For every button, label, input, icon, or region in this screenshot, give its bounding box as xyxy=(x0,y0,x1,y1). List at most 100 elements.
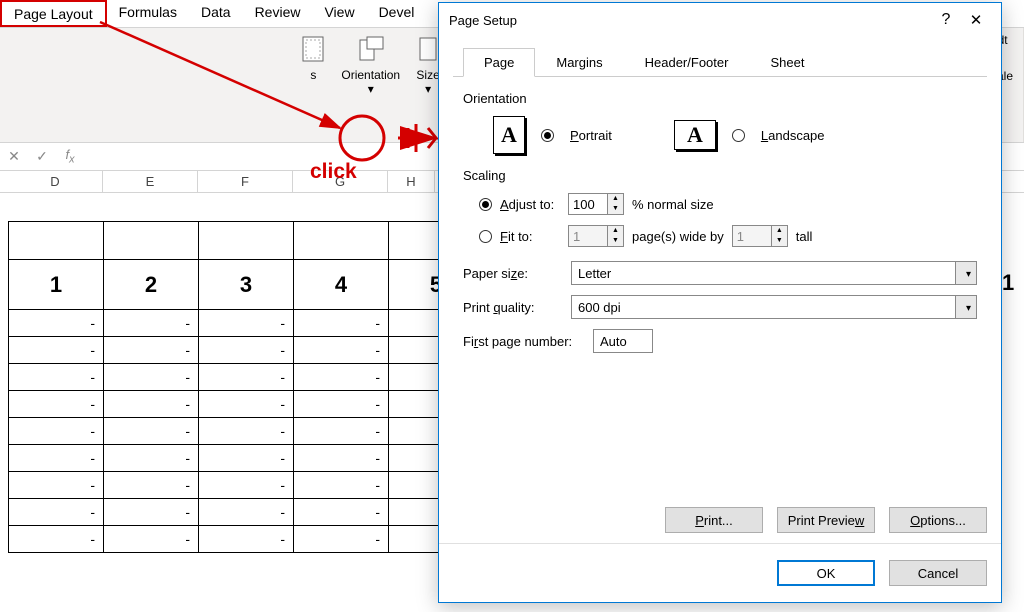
help-icon[interactable]: ? xyxy=(931,11,961,29)
print-quality-label: Print quality: xyxy=(463,300,571,315)
first-page-input[interactable] xyxy=(593,329,653,353)
fit-to-radio[interactable] xyxy=(479,230,492,243)
data-cell[interactable]: - xyxy=(9,526,104,553)
landscape-label: Landscape xyxy=(761,128,825,143)
landscape-icon: A xyxy=(674,120,716,150)
data-cell[interactable]: - xyxy=(199,526,294,553)
data-cell[interactable]: - xyxy=(199,445,294,472)
data-cell[interactable]: - xyxy=(294,445,389,472)
dialog-title-text: Page Setup xyxy=(449,13,931,28)
data-cell[interactable]: - xyxy=(9,445,104,472)
fit-tall-label: tall xyxy=(796,229,813,244)
data-cell[interactable]: - xyxy=(104,499,199,526)
tab-data[interactable]: Data xyxy=(189,0,243,27)
fit-tall-spinner[interactable]: ▲▼ xyxy=(732,225,788,247)
data-cell[interactable]: - xyxy=(104,418,199,445)
fit-tall-input[interactable] xyxy=(733,226,771,246)
data-header[interactable]: 4 xyxy=(294,260,389,310)
paper-size-select[interactable]: Letter▾ xyxy=(571,261,977,285)
adjust-to-radio[interactable] xyxy=(479,198,492,211)
col-header-f[interactable]: F xyxy=(198,171,293,192)
close-icon[interactable]: ✕ xyxy=(961,11,991,29)
data-cell[interactable]: - xyxy=(294,418,389,445)
margins-icon xyxy=(297,33,329,65)
data-cell[interactable]: - xyxy=(199,418,294,445)
landscape-radio[interactable] xyxy=(732,129,745,142)
data-cell[interactable]: - xyxy=(294,337,389,364)
tab-review[interactable]: Review xyxy=(243,0,313,27)
tab-page-layout[interactable]: Page Layout xyxy=(0,0,107,27)
data-cell[interactable]: - xyxy=(104,445,199,472)
print-quality-select[interactable]: 600 dpi▾ xyxy=(571,295,977,319)
fit-mid-label: page(s) wide by xyxy=(632,229,724,244)
data-cell[interactable]: - xyxy=(199,364,294,391)
orientation-button[interactable]: Orientation▾ xyxy=(335,31,406,99)
adjust-suffix: % normal size xyxy=(632,197,714,212)
data-cell[interactable]: - xyxy=(104,391,199,418)
fit-wide-input[interactable] xyxy=(569,226,607,246)
data-cell[interactable]: - xyxy=(104,364,199,391)
data-cell[interactable]: - xyxy=(294,391,389,418)
data-cell[interactable]: - xyxy=(294,472,389,499)
data-cell[interactable]: - xyxy=(9,499,104,526)
data-cell[interactable]: - xyxy=(294,310,389,337)
orientation-icon xyxy=(355,33,387,65)
data-cell[interactable]: - xyxy=(9,418,104,445)
data-header[interactable]: 2 xyxy=(104,260,199,310)
tab-developer[interactable]: Devel xyxy=(367,0,427,27)
adjust-to-spinner[interactable]: ▲▼ xyxy=(568,193,624,215)
data-header[interactable]: 3 xyxy=(199,260,294,310)
right-grid-sliver: 1 xyxy=(1002,170,1024,296)
data-cell[interactable]: - xyxy=(104,472,199,499)
data-cell[interactable]: - xyxy=(104,526,199,553)
accept-formula-icon[interactable]: ✓ xyxy=(28,148,56,165)
data-cell[interactable]: - xyxy=(199,472,294,499)
chevron-down-icon: ▾ xyxy=(966,303,971,314)
dlg-tab-margins[interactable]: Margins xyxy=(535,48,623,77)
margins-button[interactable]: s xyxy=(291,31,335,84)
fit-wide-spinner[interactable]: ▲▼ xyxy=(568,225,624,247)
adjust-to-input[interactable] xyxy=(569,194,607,214)
ok-button[interactable]: OK xyxy=(777,560,875,586)
print-button[interactable]: Print... xyxy=(665,507,763,533)
cancel-formula-icon[interactable]: ✕ xyxy=(0,148,28,165)
data-cell[interactable]: - xyxy=(9,364,104,391)
fit-to-label: Fit to: xyxy=(500,229,560,244)
data-header[interactable]: 1 xyxy=(9,260,104,310)
worksheet-grid[interactable]: 12345-----------------------------------… xyxy=(8,221,484,553)
data-cell[interactable]: - xyxy=(199,499,294,526)
data-cell[interactable]: - xyxy=(9,391,104,418)
data-cell[interactable]: - xyxy=(294,364,389,391)
dialog-titlebar: Page Setup ? ✕ xyxy=(439,3,1001,37)
dlg-tab-header-footer[interactable]: Header/Footer xyxy=(624,48,750,77)
portrait-icon: A xyxy=(493,116,525,154)
portrait-label: Portrait xyxy=(570,128,612,143)
data-cell[interactable]: - xyxy=(199,337,294,364)
col-header-h[interactable]: H xyxy=(388,171,435,192)
data-cell[interactable]: - xyxy=(9,310,104,337)
cancel-button[interactable]: Cancel xyxy=(889,560,987,586)
page-setup-dialog: Page Setup ? ✕ Page Margins Header/Foote… xyxy=(438,2,1002,603)
dlg-tab-sheet[interactable]: Sheet xyxy=(749,48,825,77)
paper-size-label: Paper size: xyxy=(463,266,571,281)
options-button[interactable]: Options... xyxy=(889,507,987,533)
data-cell[interactable]: - xyxy=(294,499,389,526)
data-cell[interactable]: - xyxy=(294,526,389,553)
col-header-d[interactable]: D xyxy=(8,171,103,192)
data-cell[interactable]: - xyxy=(9,337,104,364)
portrait-radio[interactable] xyxy=(541,129,554,142)
dlg-tab-page[interactable]: Page xyxy=(463,48,535,77)
click-annotation: click xyxy=(310,160,357,184)
tab-view[interactable]: View xyxy=(312,0,366,27)
data-cell[interactable]: - xyxy=(9,472,104,499)
scaling-label: Scaling xyxy=(463,168,977,183)
fx-icon[interactable]: fx xyxy=(56,147,84,166)
tab-formulas[interactable]: Formulas xyxy=(107,0,189,27)
data-cell[interactable]: - xyxy=(104,310,199,337)
adjust-to-label: Adjust to: xyxy=(500,197,560,212)
col-header-e[interactable]: E xyxy=(103,171,198,192)
data-cell[interactable]: - xyxy=(104,337,199,364)
data-cell[interactable]: - xyxy=(199,310,294,337)
print-preview-button[interactable]: Print Preview xyxy=(777,507,875,533)
data-cell[interactable]: - xyxy=(199,391,294,418)
